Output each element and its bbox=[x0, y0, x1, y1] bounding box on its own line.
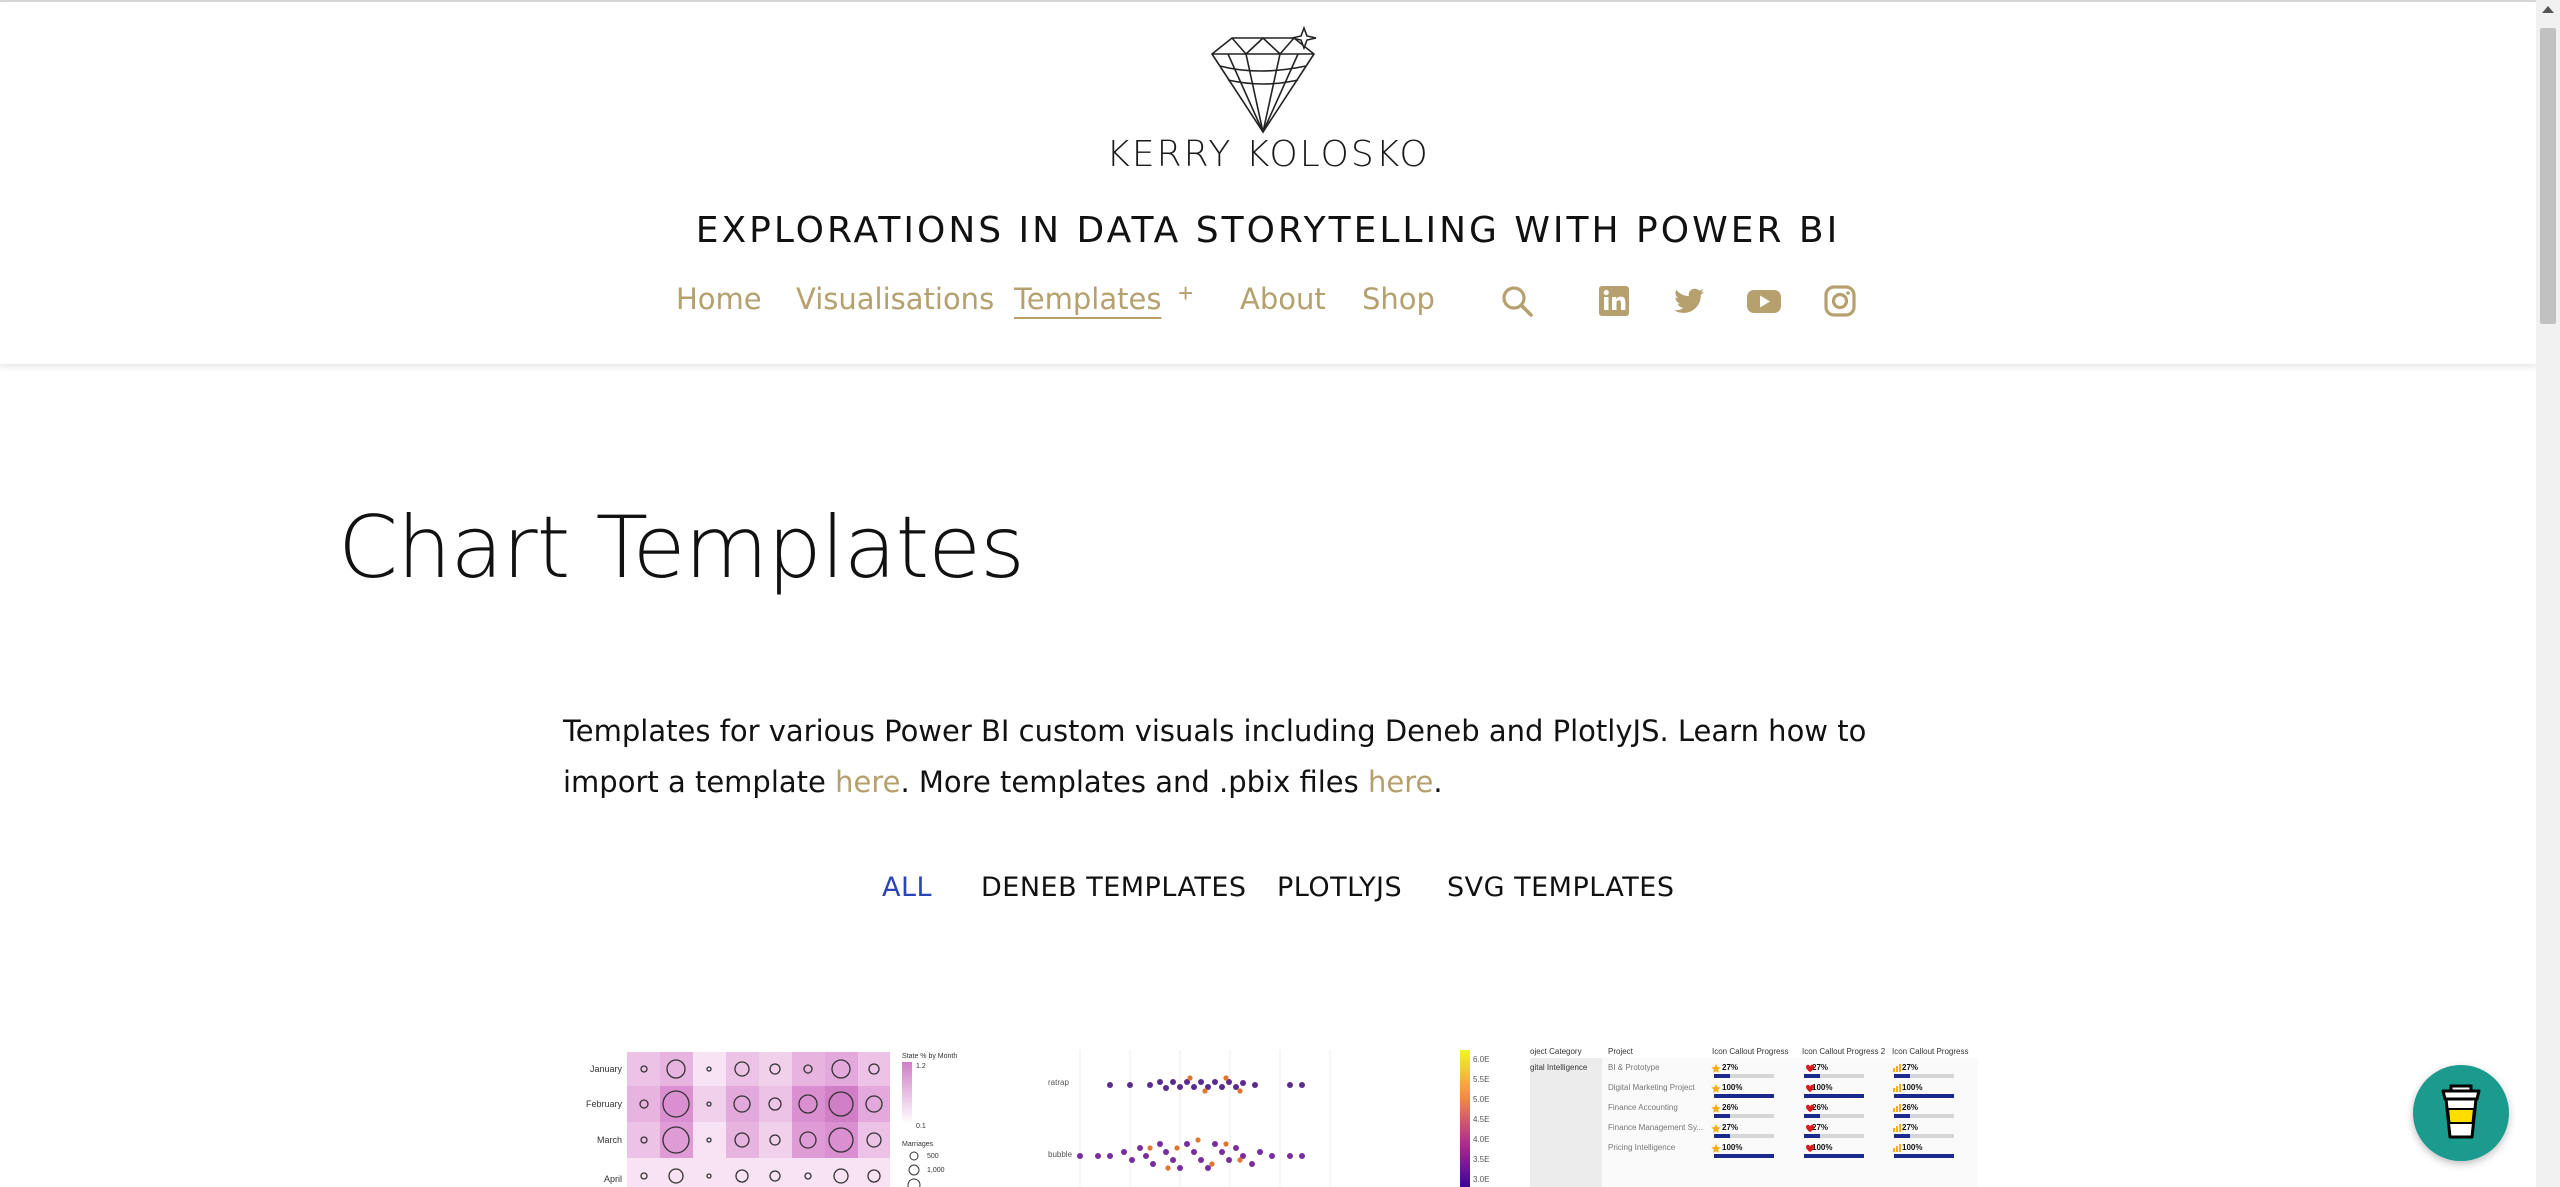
table-value: 100% bbox=[1722, 1143, 1742, 1152]
beeswarm-row-label: ratrap bbox=[1048, 1078, 1069, 1087]
more-templates-link[interactable]: here bbox=[1368, 765, 1433, 799]
nav-expand-toggle[interactable]: + bbox=[1178, 278, 1193, 309]
scroll-up-arrow[interactable] bbox=[2542, 6, 2554, 13]
table-category: gital Intelligence bbox=[1530, 1063, 1588, 1072]
coffee-cup-icon bbox=[2441, 1084, 2481, 1139]
nav-about[interactable]: About bbox=[1240, 282, 1326, 316]
filter-all[interactable]: ALL bbox=[882, 872, 932, 903]
instagram-icon[interactable] bbox=[1823, 284, 1857, 318]
table-value: 100% bbox=[1902, 1083, 1922, 1092]
color-scale-value: 5.0E bbox=[1473, 1095, 1489, 1104]
beeswarm-points bbox=[1077, 1075, 1305, 1171]
color-scale-value: 4.0E bbox=[1473, 1135, 1489, 1144]
heatmap-legend-value: 1.2 bbox=[916, 1063, 926, 1070]
beeswarm-preview: ratrap bubble bbox=[1048, 1050, 1331, 1187]
site-name[interactable]: KERRY KOLOSKO bbox=[0, 134, 2536, 175]
table-project: Pricing Intelligence bbox=[1608, 1143, 1676, 1152]
color-scale-value: 3.0E bbox=[1473, 1175, 1489, 1184]
table-value: 27% bbox=[1812, 1063, 1828, 1072]
table-value: 100% bbox=[1812, 1143, 1832, 1152]
nav-shop[interactable]: Shop bbox=[1362, 282, 1435, 316]
table-value: 27% bbox=[1902, 1123, 1918, 1132]
table-header: Icon Callout Progress 2 bbox=[1802, 1047, 1886, 1056]
color-scale-value: 4.5E bbox=[1473, 1115, 1489, 1124]
page-scrollbar[interactable] bbox=[2536, 0, 2560, 1187]
filter-deneb-templates[interactable]: DENEB TEMPLATES bbox=[981, 872, 1247, 903]
template-filters: ALL DENEB TEMPLATES PLOTLYJS SVG TEMPLAT… bbox=[0, 872, 2536, 912]
page: KERRY KOLOSKO EXPLORATIONS IN DATA STORY… bbox=[0, 0, 2536, 1187]
table-value: 27% bbox=[1722, 1063, 1738, 1072]
heatmap-row-label: March bbox=[597, 1135, 622, 1145]
table-value: 26% bbox=[1902, 1103, 1918, 1112]
beeswarm-color-scale: 6.0E 5.5E 5.0E 4.5E 4.0E 3.5E 3.0E bbox=[1460, 1050, 1489, 1187]
site-header: KERRY KOLOSKO EXPLORATIONS IN DATA STORY… bbox=[0, 2, 2536, 364]
table-header: Icon Callout Progress bbox=[1712, 1047, 1788, 1056]
table-project: Finance Management Sy... bbox=[1608, 1123, 1703, 1132]
heatmap-color-legend bbox=[902, 1062, 912, 1124]
heatmap-row-label: January bbox=[590, 1064, 623, 1074]
heatmap-size-legend-value: 500 bbox=[927, 1153, 939, 1160]
scrollbar-thumb[interactable] bbox=[2540, 28, 2556, 324]
heatmap-size-legend-value: 1,000 bbox=[927, 1167, 945, 1174]
table-project: Finance Accounting bbox=[1608, 1103, 1678, 1112]
linkedin-icon[interactable] bbox=[1597, 284, 1631, 318]
heatmap-row-label: February bbox=[586, 1099, 623, 1109]
color-scale-value: 5.5E bbox=[1473, 1075, 1489, 1084]
heatmap-row-label: April bbox=[604, 1174, 622, 1184]
color-scale-value: 3.5E bbox=[1473, 1155, 1489, 1164]
heatmap-legend-title: State % by Month bbox=[902, 1053, 957, 1060]
intro-text-part: . More templates and .pbix files bbox=[900, 765, 1368, 799]
table-header: Icon Callout Progress bbox=[1892, 1047, 1968, 1056]
table-header: oject Category bbox=[1530, 1047, 1582, 1056]
nav-home[interactable]: Home bbox=[676, 282, 762, 316]
beeswarm-gridlines bbox=[1079, 1050, 1331, 1187]
beeswarm-row-label: bubble bbox=[1048, 1150, 1073, 1159]
table-value: 27% bbox=[1902, 1063, 1918, 1072]
heatmap-grid bbox=[627, 1052, 890, 1187]
table-value: 26% bbox=[1812, 1103, 1828, 1112]
table-value: 100% bbox=[1812, 1083, 1832, 1092]
buy-coffee-button[interactable] bbox=[2413, 1065, 2509, 1161]
table-value: 27% bbox=[1722, 1123, 1738, 1132]
table-project: Digital Marketing Project bbox=[1608, 1083, 1695, 1092]
table-header: Project bbox=[1608, 1047, 1634, 1056]
nav-visualisations[interactable]: Visualisations bbox=[796, 282, 994, 316]
nav-templates[interactable]: Templates bbox=[1014, 282, 1161, 316]
template-thumbnail-beeswarm[interactable]: ratrap bubble bbox=[1040, 1040, 1420, 1187]
intro-text: Templates for various Power BI custom vi… bbox=[563, 706, 1903, 808]
filter-plotlyjs[interactable]: PLOTLYJS bbox=[1277, 872, 1402, 903]
heatmap-size-legend-title: Marriages bbox=[902, 1141, 934, 1148]
template-thumbnail-heatmap[interactable]: January February March April State % by … bbox=[582, 1040, 962, 1187]
import-guide-link[interactable]: here bbox=[835, 765, 900, 799]
table-value: 100% bbox=[1722, 1083, 1742, 1092]
table-value: 26% bbox=[1722, 1103, 1738, 1112]
table-value: 100% bbox=[1902, 1143, 1922, 1152]
intro-text-part: . bbox=[1433, 765, 1443, 799]
twitter-icon[interactable] bbox=[1672, 284, 1706, 318]
site-tagline: EXPLORATIONS IN DATA STORYTELLING WITH P… bbox=[695, 210, 1841, 251]
filter-svg-templates[interactable]: SVG TEMPLATES bbox=[1447, 872, 1674, 903]
table-project: BI & Prototype bbox=[1608, 1063, 1660, 1072]
heatmap-legend-value: 0.1 bbox=[916, 1123, 926, 1130]
youtube-icon[interactable] bbox=[1746, 284, 1782, 318]
heatmap-preview: January February March April State % by … bbox=[586, 1052, 957, 1187]
heatmap-size-legend bbox=[907, 1151, 921, 1187]
search-icon[interactable] bbox=[1500, 284, 1534, 318]
table-value: 27% bbox=[1812, 1123, 1828, 1132]
color-scale-value: 6.0E bbox=[1473, 1055, 1489, 1064]
template-thumbnail-icon-table[interactable]: oject Category Project Icon Callout Prog… bbox=[1530, 1040, 1978, 1187]
diamond-icon[interactable] bbox=[1198, 24, 1328, 136]
main-nav: Home Visualisations Templates + About Sh… bbox=[0, 278, 2536, 342]
icon-table-preview: oject Category Project Icon Callout Prog… bbox=[1530, 1047, 1978, 1187]
page-title: Chart Templates bbox=[338, 498, 1025, 598]
